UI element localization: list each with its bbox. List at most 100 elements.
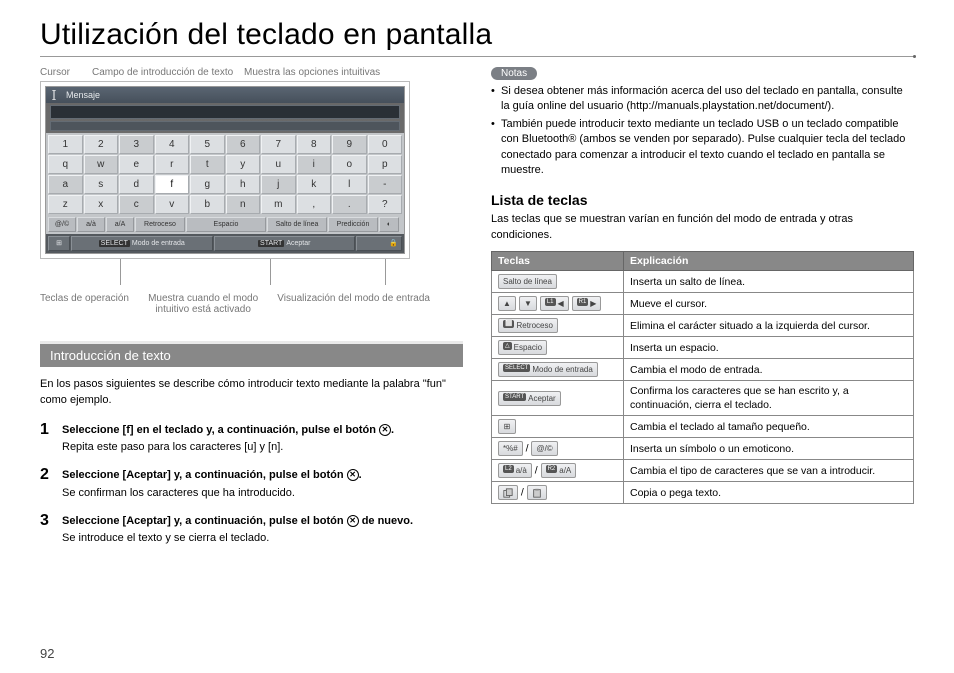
step-3: Seleccione [Aceptar] y, a continuación, … xyxy=(40,514,463,544)
bottom-accept-key: STARTAceptar xyxy=(214,236,356,251)
step-desc: Repita este paso para los caracteres [u]… xyxy=(62,441,463,453)
expl-cell: Cambia el modo de entrada. xyxy=(624,359,914,381)
key-9: 9 xyxy=(332,135,367,154)
table-row: ⬜Retroceso Elimina el carácter situado a… xyxy=(492,315,914,337)
table-row: Salto de línea Inserta un salto de línea… xyxy=(492,271,914,293)
key-r: r xyxy=(155,155,190,174)
minikey: R2a/A xyxy=(541,463,577,478)
key-s: s xyxy=(84,175,119,194)
table-row: ⊞ Cambia el teclado al tamaño pequeño. xyxy=(492,416,914,438)
label-intuitive-options: Muestra las opciones intuitivas xyxy=(244,67,463,78)
notes-badge: Notas xyxy=(491,67,537,80)
key-2: 2 xyxy=(84,135,119,154)
opkey-6: Predicción xyxy=(328,217,378,232)
minikey: R1▶ xyxy=(572,296,602,311)
x-button-icon: ✕ xyxy=(379,424,391,436)
key-a: a xyxy=(48,175,83,194)
minikey: Salto de línea xyxy=(498,274,557,289)
minikey: STARTAceptar xyxy=(498,391,561,406)
x-button-icon: ✕ xyxy=(347,515,359,527)
key-z: z xyxy=(48,195,83,214)
step-desc: Se introduce el texto y se cierra el tec… xyxy=(62,532,463,544)
key-6: 6 xyxy=(226,135,261,154)
steps-list: Seleccione [f] en el teclado y, a contin… xyxy=(40,423,463,544)
key-cell: ⊞ xyxy=(492,416,624,438)
key-i: i xyxy=(297,155,332,174)
paste-icon xyxy=(532,488,542,498)
key-f: f xyxy=(155,175,190,194)
keylist-th-expl: Explicación xyxy=(624,252,914,271)
minikey: L2a/à xyxy=(498,463,532,478)
key-4: 4 xyxy=(155,135,190,154)
key-3: 3 xyxy=(119,135,154,154)
select-badge: SELECT xyxy=(99,240,130,247)
key-m: m xyxy=(261,195,296,214)
lock-icon: 🔒 xyxy=(389,239,398,248)
keyboard-input-line xyxy=(50,105,400,119)
keyboard-bottom-row: ⊞ SELECTModo de entrada STARTAceptar 🔒 xyxy=(46,234,404,253)
expl-cell: Elimina el carácter situado a la izquier… xyxy=(624,315,914,337)
key-.: . xyxy=(332,195,367,214)
key-0: 0 xyxy=(368,135,403,154)
key-w: w xyxy=(84,155,119,174)
key-7: 7 xyxy=(261,135,296,154)
keyboard-diagram: Mensaje 1234567890qwertyuiopasdfghjkl-zx… xyxy=(40,81,410,259)
key-,: , xyxy=(297,195,332,214)
section-lead: En los pasos siguientes se describe cómo… xyxy=(40,377,463,409)
key-cell: *%# / @/© xyxy=(492,438,624,460)
key-5: 5 xyxy=(190,135,225,154)
minikey xyxy=(498,485,518,500)
label-cursor: Cursor xyxy=(40,67,86,78)
label-input-field: Campo de introducción de texto xyxy=(92,67,238,78)
key-d: d xyxy=(119,175,154,194)
opkey-5: Salto de línea xyxy=(267,217,327,232)
key-u: u xyxy=(261,155,296,174)
key-cell: ⬜Retroceso xyxy=(492,315,624,337)
step-1: Seleccione [f] en el teclado y, a contin… xyxy=(40,423,463,453)
key-k: k xyxy=(297,175,332,194)
table-row: SELECTModo de entrada Cambia el modo de … xyxy=(492,359,914,381)
minikey: @/© xyxy=(531,441,557,456)
keylist-table: Teclas Explicación Salto de línea Insert… xyxy=(491,251,914,504)
key-q: q xyxy=(48,155,83,174)
key-cell: STARTAceptar xyxy=(492,381,624,416)
keyboard-grid: 1234567890qwertyuiopasdfghjkl-zxcvbnm,.? xyxy=(46,133,404,217)
table-row: L2a/à / R2a/A Cambia el tipo de caracter… xyxy=(492,460,914,482)
opkey-glyph: ◐ xyxy=(379,217,399,232)
opkey-2: a/A xyxy=(106,217,134,232)
key-8: 8 xyxy=(297,135,332,154)
table-row: / Copia o pega texto. xyxy=(492,482,914,504)
step-2: Seleccione [Aceptar] y, a continuación, … xyxy=(40,468,463,498)
minikey: ⬜Retroceso xyxy=(498,318,558,333)
minikey: △Espacio xyxy=(498,340,547,355)
step-title: Seleccione [f] en el teclado y, a contin… xyxy=(62,423,463,438)
minikey: ⊞ xyxy=(498,419,516,434)
opkey-1: a/à xyxy=(77,217,105,232)
table-row: *%# / @/© Inserta un símbolo o un emotic… xyxy=(492,438,914,460)
diagram-top-labels: Cursor Campo de introducción de texto Mu… xyxy=(40,67,463,78)
page-number: 92 xyxy=(40,646,54,661)
minikey: ▼ xyxy=(519,296,537,311)
page-title: Utilización del teclado en pantalla xyxy=(40,18,914,52)
opkey-4: Espacio xyxy=(186,217,266,232)
x-button-icon: ✕ xyxy=(347,469,359,481)
minikey: ▲ xyxy=(498,296,516,311)
key-c: c xyxy=(119,195,154,214)
key-cell: L2a/à / R2a/A xyxy=(492,460,624,482)
label-input-mode: Visualización del modo de entrada xyxy=(277,293,430,315)
section-heading: Introducción de texto xyxy=(40,344,463,367)
minikey xyxy=(527,485,547,500)
step-title: Seleccione [Aceptar] y, a continuación, … xyxy=(62,514,463,529)
keylist-intro: Las teclas que se muestran varían en fun… xyxy=(491,212,914,243)
keylist-th-keys: Teclas xyxy=(492,252,624,271)
table-row: ▲ ▼ L1◀ R1▶ Mueve el cursor. xyxy=(492,293,914,315)
bottom-status-key: 🔒 xyxy=(356,236,402,251)
key-x: x xyxy=(84,195,119,214)
table-row: STARTAceptar Confirma los caracteres que… xyxy=(492,381,914,416)
table-row: △Espacio Inserta un espacio. xyxy=(492,337,914,359)
key-y: y xyxy=(226,155,261,174)
expl-cell: Cambia el teclado al tamaño pequeño. xyxy=(624,416,914,438)
minikey: L1◀ xyxy=(540,296,569,311)
section-heading-bar: Introducción de texto xyxy=(40,341,463,367)
corner-dot xyxy=(913,55,916,58)
